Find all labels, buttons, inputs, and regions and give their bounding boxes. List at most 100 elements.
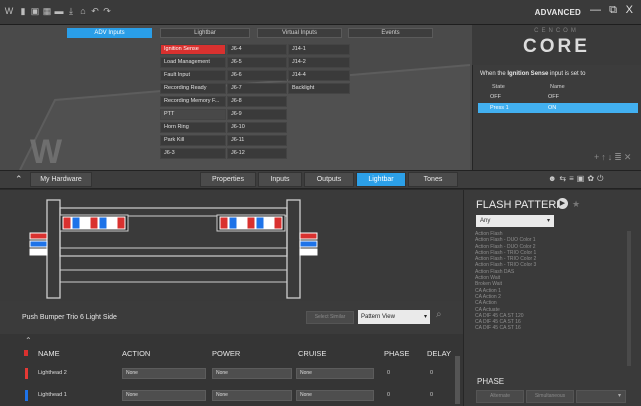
undo-icon[interactable]: ↶: [90, 6, 100, 16]
alternate-button[interactable]: Alternate: [476, 390, 524, 403]
lightbar-drawing: [29, 199, 318, 299]
download-icon[interactable]: ⤓: [66, 6, 76, 16]
name-marker-icon: [24, 350, 28, 356]
flash-pattern-list[interactable]: Action Flash Action Flash - DUO Color 1 …: [475, 231, 625, 371]
phase-select[interactable]: ▾: [576, 390, 626, 403]
input-j6-10[interactable]: J6-10: [227, 122, 287, 133]
cruise-select[interactable]: None: [296, 390, 374, 401]
maximize-button[interactable]: ⧉: [609, 4, 617, 17]
row-name: Lighthead 2: [38, 370, 67, 376]
table-row[interactable]: Lighthead 1 None None None 0 0: [0, 388, 463, 403]
input-j6-4[interactable]: J6-4: [227, 44, 287, 55]
list-item[interactable]: CA DIF 45 CA ST 16: [475, 325, 625, 331]
search-icon[interactable]: ⌕: [436, 309, 442, 320]
input-j6-12[interactable]: J6-12: [227, 148, 287, 159]
chevron-down-icon: ▾: [546, 218, 550, 224]
input-j14-1[interactable]: J14-1: [288, 44, 350, 55]
input-j6-11[interactable]: J6-11: [227, 135, 287, 146]
col-phase-header[interactable]: PHASE: [384, 349, 409, 358]
input-j14-2[interactable]: J14-2: [288, 57, 350, 68]
action-select[interactable]: None: [122, 390, 206, 401]
tab-lightbar[interactable]: Lightbar: [160, 28, 250, 38]
tab-inputs[interactable]: Inputs: [258, 172, 302, 187]
col-power-header[interactable]: POWER: [212, 349, 240, 358]
input-backlight[interactable]: Backlight: [288, 83, 350, 94]
input-recording-memory[interactable]: Recording Memory F...: [160, 96, 226, 107]
input-fault-input[interactable]: Fault Input: [160, 70, 226, 81]
input-ignition-sense[interactable]: Ignition Sense: [160, 44, 226, 55]
tab-virtual-inputs[interactable]: Virtual Inputs: [257, 28, 342, 38]
input-j6-7[interactable]: J6-7: [227, 83, 287, 94]
phase-value[interactable]: 0: [387, 392, 390, 398]
input-j6-9[interactable]: J6-9: [227, 109, 287, 120]
my-hardware-button[interactable]: My Hardware: [30, 172, 92, 187]
state-row[interactable]: Press 1 ON: [478, 103, 638, 113]
tab-events[interactable]: Events: [348, 28, 433, 38]
delay-value[interactable]: 0: [430, 370, 433, 376]
home-icon[interactable]: ⌂: [78, 6, 88, 16]
table-row[interactable]: Lighthead 2 None None None 0 0: [0, 366, 463, 381]
power-icon[interactable]: ⏻: [597, 174, 606, 183]
save-icon[interactable]: ▣: [30, 6, 40, 16]
delete-icon[interactable]: ✕: [624, 152, 634, 162]
power-select[interactable]: None: [212, 368, 292, 379]
flash-title: FLASH PATTERN: [476, 199, 565, 211]
input-j6-6[interactable]: J6-6: [227, 70, 287, 81]
toolbar-icons: ☻⇆≡▣✿⏻: [548, 174, 606, 184]
tab-tones[interactable]: Tones: [408, 172, 458, 187]
tab-adv-inputs[interactable]: ADV Inputs: [67, 28, 152, 38]
cruise-select[interactable]: None: [296, 368, 374, 379]
copy-icon[interactable]: ▣: [577, 174, 588, 183]
pattern-filter-value: Any: [480, 218, 491, 224]
state-name: OFF: [548, 94, 559, 100]
simultaneous-button[interactable]: Simultaneous: [526, 390, 574, 403]
color-chip-icon: [25, 390, 28, 401]
state-value: Press 1: [490, 105, 509, 111]
close-button[interactable]: X: [626, 4, 633, 16]
tab-properties[interactable]: Properties: [200, 172, 256, 187]
state-description: When the Ignition Sense input is set to: [480, 71, 585, 77]
power-select[interactable]: None: [212, 390, 292, 401]
input-j14-4[interactable]: J14-4: [288, 70, 350, 81]
col-cruise-header[interactable]: CRUISE: [298, 349, 326, 358]
input-ptt[interactable]: PTT: [160, 109, 226, 120]
redo-icon[interactable]: ↷: [102, 6, 112, 16]
table-scrollbar[interactable]: [455, 356, 460, 404]
input-load-management[interactable]: Load Management: [160, 57, 226, 68]
settings-icon[interactable]: ✿: [587, 174, 597, 183]
brand-watermark-icon: W: [30, 133, 63, 170]
collapse-icon[interactable]: ⌃: [15, 174, 23, 185]
print-icon[interactable]: ▬: [54, 6, 64, 16]
delay-value[interactable]: 0: [430, 392, 433, 398]
user-icon[interactable]: ☻: [548, 174, 559, 183]
title-bar: W ▮ ▣ ▦ ▬ ⤓ ⌂ ↶ ↷ ADVANCED — ⧉ X: [0, 0, 641, 25]
state-row[interactable]: OFF OFF: [478, 92, 638, 102]
pattern-list-scrollbar[interactable]: [627, 231, 631, 366]
action-select[interactable]: None: [122, 368, 206, 379]
col-delay-header[interactable]: DELAY: [427, 349, 451, 358]
minimize-button[interactable]: —: [590, 4, 601, 16]
input-horn-ring[interactable]: Horn Ring: [160, 122, 226, 133]
play-icon[interactable]: ▶: [557, 198, 568, 209]
col-action-header[interactable]: ACTION: [122, 349, 150, 358]
arrows-icon[interactable]: ⇆: [559, 174, 569, 183]
list-icon[interactable]: ≣: [614, 152, 624, 162]
tab-outputs[interactable]: Outputs: [304, 172, 354, 187]
phase-value[interactable]: 0: [387, 370, 390, 376]
input-park-kill[interactable]: Park Kill: [160, 135, 226, 146]
input-j6-5[interactable]: J6-5: [227, 57, 287, 68]
tab-lightbar-main[interactable]: Lightbar: [356, 172, 406, 187]
collapse-table-icon[interactable]: ⌃: [25, 336, 32, 345]
col-name-header[interactable]: NAME: [38, 349, 60, 358]
pattern-filter-select[interactable]: Any ▾: [476, 215, 554, 227]
input-recording-ready[interactable]: Recording Ready: [160, 83, 226, 94]
view-mode-select[interactable]: Pattern View ▾: [358, 310, 430, 324]
input-j6-8[interactable]: J6-8: [227, 96, 287, 107]
star-icon[interactable]: ★: [572, 199, 580, 210]
input-j6-3[interactable]: J6-3: [160, 148, 226, 159]
align-icon[interactable]: ≡: [569, 174, 577, 183]
select-similar-button[interactable]: Select Similar: [306, 311, 354, 324]
grid-icon[interactable]: ▦: [42, 6, 52, 16]
mode-label[interactable]: ADVANCED: [535, 8, 581, 17]
open-icon[interactable]: ▮: [18, 6, 28, 16]
